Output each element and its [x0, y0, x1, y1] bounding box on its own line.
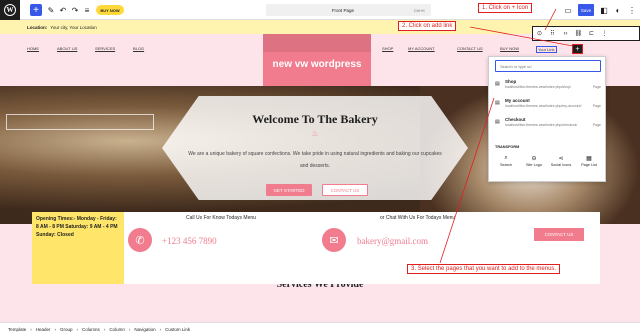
breadcrumb-separator: ›: [128, 326, 131, 332]
annotation-step-3: 3. Select the pages that you want to add…: [407, 264, 561, 274]
wordpress-logo-icon[interactable]: W: [0, 0, 20, 20]
nav-buy-now[interactable]: BUY NOW: [500, 46, 519, 51]
link-control-popover: Search or type url ▤ Shop localhost/live…: [488, 56, 606, 182]
site-logo-icon: ⊖: [531, 156, 537, 162]
breadcrumb-separator: ›: [76, 326, 79, 332]
cupcake-divider-icon: ♨: [311, 129, 319, 138]
suggestion-url: localhost/live-themes-new/index.php/shop…: [505, 85, 571, 89]
suggestion-url: localhost/live-themes-new/index.php/my-a…: [505, 104, 582, 108]
opening-hours: Opening Times:- Monday - Friday: 8 AM - …: [32, 212, 124, 284]
page-icon: ▤: [495, 119, 500, 125]
transform-label-text: Search: [499, 163, 513, 167]
add-link-plus-icon[interactable]: +: [572, 44, 583, 54]
pen-icon[interactable]: ✎: [45, 4, 57, 16]
hero-panel: Welcome To The Bakery ♨ We are a unique …: [162, 96, 468, 200]
shortcut-hint: Ctrl+K: [413, 7, 425, 13]
breadcrumb-separator: ›: [103, 326, 106, 332]
nav-home[interactable]: HOME: [27, 46, 39, 51]
mail-icon: ✉: [322, 228, 346, 252]
nav-custom-link[interactable]: Your Link: [536, 46, 557, 53]
breadcrumb-item[interactable]: Navigation: [134, 327, 155, 332]
breadcrumb-separator: ›: [159, 326, 162, 332]
phone-number[interactable]: +123 456 7890: [162, 236, 217, 246]
suggestion-checkout[interactable]: ▤ Checkout localhost/live-themes-new/ind…: [495, 117, 601, 137]
transform-label: TRANSFORM: [495, 145, 520, 149]
editor-toolbar: W + ✎ ↶ ↷ ≡ BUY NOW Front Page Ctrl+K ▭ …: [0, 0, 640, 20]
submenu-icon[interactable]: ⊏: [585, 30, 598, 37]
breadcrumb-separator: ›: [30, 326, 32, 332]
breadcrumb-separator: ›: [54, 326, 57, 332]
block-options-icon[interactable]: ⋮: [598, 30, 611, 37]
site-logo[interactable]: new vw wordpress: [263, 34, 371, 86]
share-icon: ⋖: [558, 156, 564, 162]
navigation-block-toolbar: ⊙ ⠿ ‹› ⛓ ⊏ ⋮: [532, 26, 640, 41]
transform-label-text: Site Logo: [525, 163, 543, 167]
options-icon[interactable]: ⋮: [626, 4, 638, 16]
nav-my-account[interactable]: MY ACCOUNT: [408, 46, 435, 51]
transform-label-text: Page List: [581, 163, 597, 167]
hero-outline-box: [6, 114, 154, 130]
document-title: Front Page: [331, 7, 355, 13]
suggestion-shop[interactable]: ▤ Shop localhost/live-themes-new/index.p…: [495, 79, 601, 99]
nav-contact-us[interactable]: CONTACT US: [457, 46, 483, 51]
suggestion-url: localhost/live-themes-new/index.php/chec…: [505, 123, 578, 127]
page-icon: ▤: [495, 81, 500, 87]
breadcrumb-item[interactable]: Columns: [82, 327, 100, 332]
add-block-icon[interactable]: +: [30, 4, 42, 16]
nav-blog[interactable]: BLOG: [133, 46, 144, 51]
page-list-icon: ▦: [586, 156, 592, 162]
document-title-bar[interactable]: Front Page Ctrl+K: [266, 4, 431, 16]
search-icon: ⌕: [504, 155, 508, 161]
hero-title: Welcome To The Bakery: [252, 112, 378, 126]
get-started-button[interactable]: GET STARTED: [266, 184, 312, 196]
save-button[interactable]: Save: [578, 4, 594, 16]
breadcrumb-item[interactable]: Custom Link: [165, 327, 190, 332]
suggestion-title: Checkout: [505, 117, 526, 122]
redo-icon[interactable]: ↷: [69, 4, 81, 16]
transform-search[interactable]: ⌕ Search: [493, 155, 519, 168]
breadcrumb-item[interactable]: Header: [36, 327, 51, 332]
breadcrumb-item[interactable]: Column: [109, 327, 125, 332]
suggestion-type: Page: [592, 123, 601, 127]
suggestion-my-account[interactable]: ▤ My account localhost/live-themes-new/i…: [495, 98, 601, 118]
page-icon: ▤: [495, 100, 500, 106]
location-label: Location:: [27, 24, 48, 30]
drag-handle-icon[interactable]: ⠿: [546, 30, 559, 37]
nav-services[interactable]: SERVICES: [95, 46, 115, 51]
settings-panel-icon[interactable]: ◧: [598, 4, 610, 16]
desktop-preview-icon[interactable]: ▭: [562, 4, 574, 16]
transform-label-text: Social Icons: [550, 163, 572, 167]
undo-icon[interactable]: ↶: [57, 4, 69, 16]
link-search-input[interactable]: Search or type url: [495, 60, 601, 72]
email-address[interactable]: bakery@gmail.com: [357, 236, 428, 246]
breadcrumb-item[interactable]: Group: [60, 327, 73, 332]
block-breadcrumb: Template › Header › Group › Columns › Column…: [0, 322, 640, 335]
breadcrumb-item[interactable]: Template: [8, 327, 26, 332]
buy-now-button[interactable]: BUY NOW: [96, 5, 124, 15]
nav-about-us[interactable]: ABOUT US: [57, 46, 77, 51]
suggestion-type: Page: [592, 85, 601, 89]
suggestion-title: My account: [505, 98, 530, 103]
styles-icon[interactable]: ◐: [612, 4, 624, 16]
transform-social-icons[interactable]: ⋖ Social Icons: [548, 155, 574, 168]
annotation-step-2: 2. Click on add link: [398, 21, 457, 31]
location-value: Your city, Your Location: [50, 24, 97, 30]
suggestion-type: Page: [592, 104, 601, 108]
move-arrows-icon[interactable]: ‹›: [559, 31, 572, 37]
navigation-icon[interactable]: ⊙: [533, 30, 546, 37]
link-icon[interactable]: ⛓: [572, 30, 585, 37]
chat-label: or Chat With Us For Todays Menu: [380, 215, 456, 221]
transform-page-list[interactable]: ▦ Page List: [576, 155, 602, 168]
list-view-icon[interactable]: ≡: [81, 4, 93, 16]
annotation-step-1: 1. Click on + Icon: [478, 3, 533, 13]
phone-icon: ✆: [128, 228, 152, 252]
site-logo-text: new vw wordpress: [272, 58, 362, 70]
suggestion-title: Shop: [505, 79, 517, 84]
transform-site-logo[interactable]: ⊖ Site Logo: [521, 155, 547, 168]
nav-shop[interactable]: SHOP: [382, 46, 393, 51]
call-label: Call Us For Know Todays Menu: [186, 215, 256, 221]
hero-contact-button[interactable]: CONTACT US: [322, 184, 368, 196]
contact-button[interactable]: CONTACT US: [534, 228, 584, 241]
hero-description: We are a unique bakery of square confect…: [188, 151, 442, 169]
